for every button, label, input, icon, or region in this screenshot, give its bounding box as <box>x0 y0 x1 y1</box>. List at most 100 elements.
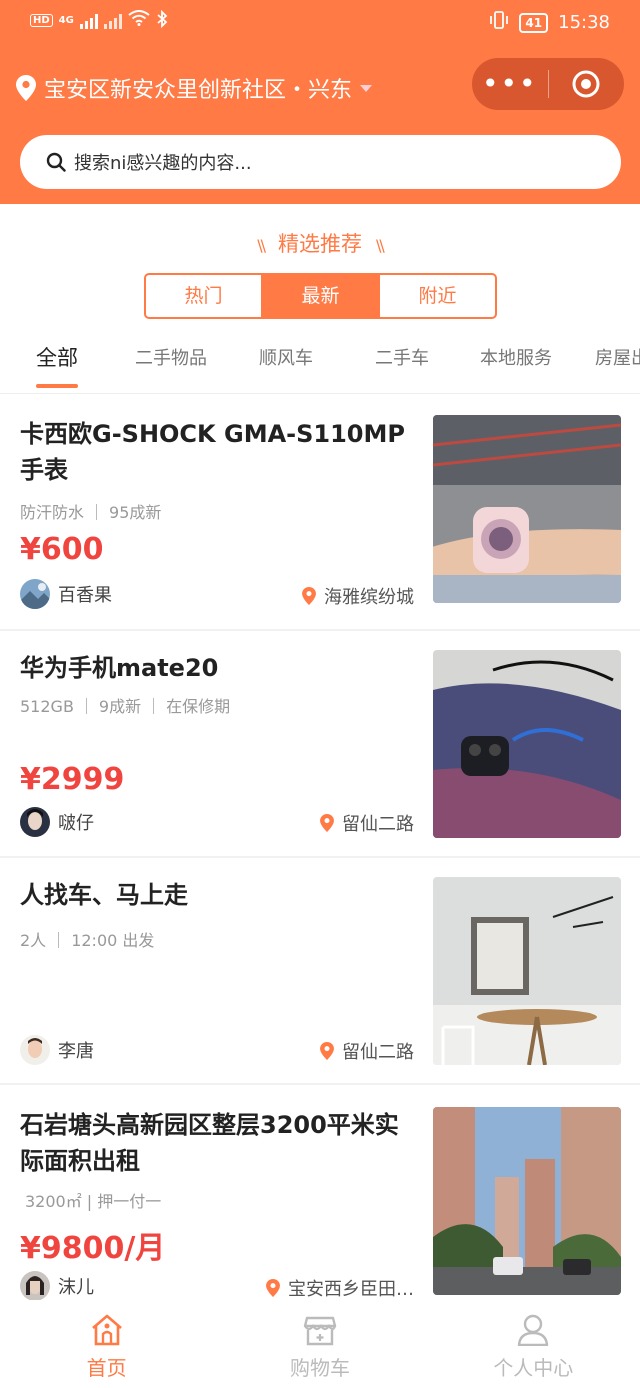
user-name: 啵仔 <box>58 813 94 834</box>
shop-cart-icon <box>303 1316 337 1346</box>
listing-title: 卡西欧G-SHOCK GMA-S110MP手表 <box>20 420 405 484</box>
listing-user[interactable]: 沫儿 <box>20 1271 94 1301</box>
listing-user[interactable]: 李唐 <box>20 1035 94 1065</box>
tab-label: 个人中心 <box>493 1356 574 1380</box>
search-input[interactable]: 搜索ni感兴趣的内容... <box>74 149 252 175</box>
place-name: 宝安西乡臣田… <box>288 1279 414 1300</box>
search-icon <box>46 152 66 172</box>
listing-tags: 防汗防水 95成新 <box>20 499 161 523</box>
tab-home[interactable]: 首页 <box>0 1300 213 1388</box>
listing-location: 留仙二路 <box>320 1038 414 1064</box>
tag-separator <box>85 698 87 714</box>
listing-title: 石岩塘头高新园区整层3200平米实际面积出租 <box>20 1111 399 1175</box>
avatar <box>20 807 50 837</box>
user-name: 李唐 <box>58 1041 94 1062</box>
segment-hot[interactable]: 热门 <box>146 275 261 317</box>
user-name: 沫儿 <box>58 1277 94 1298</box>
chevron-down-icon <box>360 84 373 92</box>
tab-local-service[interactable]: 本地服务 <box>480 344 552 370</box>
listing-price: ¥2999 <box>20 762 125 797</box>
avatar <box>20 579 50 609</box>
close-target-icon[interactable] <box>549 69 625 99</box>
wifi-icon <box>128 10 150 31</box>
more-icon[interactable]: ••• <box>472 58 548 110</box>
segment-nearby[interactable]: 附近 <box>378 275 495 317</box>
tag-separator <box>96 504 98 520</box>
decor-slash-right: \\ <box>376 236 385 255</box>
listing-photo-interior <box>433 877 621 1065</box>
status-bar: HD 4G 41 15:38 <box>0 0 640 44</box>
listing-location: 海雅缤纷城 <box>302 583 414 609</box>
tab-cart[interactable]: 购物车 <box>213 1300 426 1388</box>
home-icon <box>91 1314 122 1346</box>
listing-photo-buildings <box>433 1107 621 1295</box>
location-pin-icon <box>16 75 36 101</box>
tab-label: 首页 <box>86 1356 127 1380</box>
header: 宝安区新安众里创新社区・兴东 ••• 搜索ni感兴趣的内容... <box>0 44 640 204</box>
sort-segmented-control: 热门 最新 附近 <box>144 273 497 319</box>
tab-housing[interactable]: 房屋出 <box>595 344 640 370</box>
decor-slash-left: \\ <box>257 236 266 255</box>
place-name: 留仙二路 <box>342 814 414 835</box>
battery-indicator: 41 <box>519 12 549 33</box>
location-pin-icon <box>320 814 334 832</box>
bluetooth-icon <box>156 9 168 31</box>
search-bar[interactable]: 搜索ni感兴趣的内容... <box>20 135 621 189</box>
listing-tags: 2人 12:00 出发 <box>20 927 154 951</box>
listing-location: 宝安西乡臣田… <box>266 1275 414 1301</box>
divider <box>0 393 640 394</box>
tab-secondhand-goods[interactable]: 二手物品 <box>135 344 207 370</box>
category-tabs: 全部 二手物品 顺风车 二手车 本地服务 房屋出 <box>0 338 640 394</box>
listing-location: 留仙二路 <box>320 810 414 836</box>
tag-separator <box>153 698 155 714</box>
listing-tag: 9成新 <box>98 697 142 716</box>
bottom-tabbar: 首页 购物车 个人中心 <box>0 1300 640 1388</box>
listing-tag: 2人 <box>20 931 47 950</box>
segment-latest[interactable]: 最新 <box>261 275 378 317</box>
network-type: 4G <box>58 15 74 26</box>
signal-icon <box>79 13 98 29</box>
listing-tag: 12:00 出发 <box>71 931 155 950</box>
listing-price: ¥600 <box>20 532 104 567</box>
clock: 15:38 <box>558 12 610 33</box>
listing-card[interactable]: 人找车、马上走 2人 12:00 出发 李唐 留仙二路 <box>0 858 640 1085</box>
tab-profile[interactable]: 个人中心 <box>427 1300 640 1388</box>
listing-user[interactable]: 百香果 <box>20 579 112 609</box>
listing-tags: 512GB 9成新 在保修期 <box>20 693 230 717</box>
tab-used-car[interactable]: 二手车 <box>375 344 429 370</box>
listing-tags: 3200㎡ | 押一付一 <box>25 1188 161 1212</box>
signal-secondary-icon <box>103 13 122 29</box>
listing-photo-phone <box>433 650 621 838</box>
listing-tag: 在保修期 <box>166 697 231 716</box>
user-icon <box>518 1314 549 1346</box>
listing-title: 华为手机mate20 <box>20 654 219 682</box>
user-name: 百香果 <box>58 585 112 606</box>
listing-photo-watch <box>433 415 621 603</box>
place-name: 海雅缤纷城 <box>324 587 414 608</box>
listing-user[interactable]: 啵仔 <box>20 807 94 837</box>
tab-label: 购物车 <box>289 1356 350 1380</box>
place-name: 留仙二路 <box>342 1042 414 1063</box>
listing-tag: 95成新 <box>109 503 162 522</box>
section-heading: \\ 精选推荐 \\ <box>0 228 640 258</box>
listing-tag: 防汗防水 <box>20 503 85 522</box>
listing-tag: 3200㎡ | 押一付一 <box>25 1192 162 1211</box>
tag-separator <box>58 932 60 948</box>
listing-card[interactable]: 卡西欧G-SHOCK GMA-S110MP手表 防汗防水 95成新 ¥600 百香… <box>0 396 640 631</box>
listing-price: ¥9800/月 <box>20 1231 166 1266</box>
location-pin-icon <box>320 1042 334 1060</box>
location-pin-icon <box>302 587 316 605</box>
tab-all[interactable]: 全部 <box>36 342 78 372</box>
hd-badge: HD <box>30 14 53 27</box>
avatar <box>20 1271 50 1301</box>
section-title: 精选推荐 <box>278 232 362 256</box>
tab-carpool[interactable]: 顺风车 <box>259 344 313 370</box>
location-selector[interactable]: 宝安区新安众里创新社区・兴东 <box>16 72 373 104</box>
listing-card[interactable]: 华为手机mate20 512GB 9成新 在保修期 ¥2999 啵仔 留仙二路 <box>0 631 640 858</box>
listing-title: 人找车、马上走 <box>20 881 188 909</box>
location-text: 宝安区新安众里创新社区・兴东 <box>44 78 353 103</box>
miniprogram-capsule: ••• <box>472 58 624 110</box>
location-pin-icon <box>266 1279 280 1297</box>
listing-card[interactable]: 石岩塘头高新园区整层3200平米实际面积出租 3200㎡ | 押一付一 ¥980… <box>0 1085 640 1301</box>
vibrate-icon <box>489 10 509 35</box>
